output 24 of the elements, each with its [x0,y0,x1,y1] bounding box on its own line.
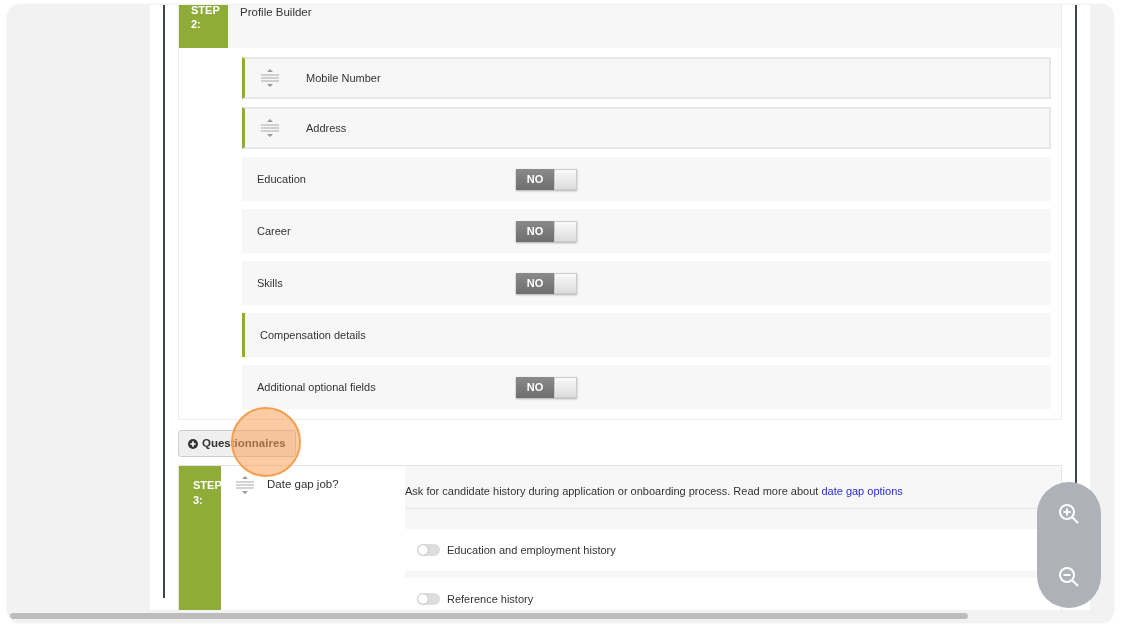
field-label: Compensation details [260,327,366,343]
field-label: Education [257,171,307,187]
field-label: Additional optional fields [257,379,377,395]
field-row[interactable]: Address [242,107,1051,149]
question-title: Date gap job? [267,477,339,493]
option-label: Education and employment history [447,542,616,558]
toggle-switch[interactable] [417,592,440,605]
step-badge: STEP 3: [179,466,221,610]
step-title: Profile Builder [239,5,313,20]
date-gap-link[interactable]: date gap options [821,485,903,498]
plus-circle-icon [188,438,198,449]
field-label: Mobile Number [306,70,381,86]
step-badge: STEP 2: [179,5,228,48]
zoom-in-icon[interactable] [1057,501,1081,526]
field-label: Career [257,223,292,239]
drag-handle-icon[interactable] [260,69,280,87]
option-label: Reference history [447,591,534,607]
field-label: Skills [257,275,284,291]
drag-handle-icon[interactable] [260,119,280,137]
drag-handle-icon[interactable] [235,476,255,495]
field-row[interactable]: Mobile Number [242,57,1051,99]
zoom-out-icon[interactable] [1057,564,1081,589]
field-label: Address [306,120,347,136]
toggle-switch[interactable] [417,543,440,556]
